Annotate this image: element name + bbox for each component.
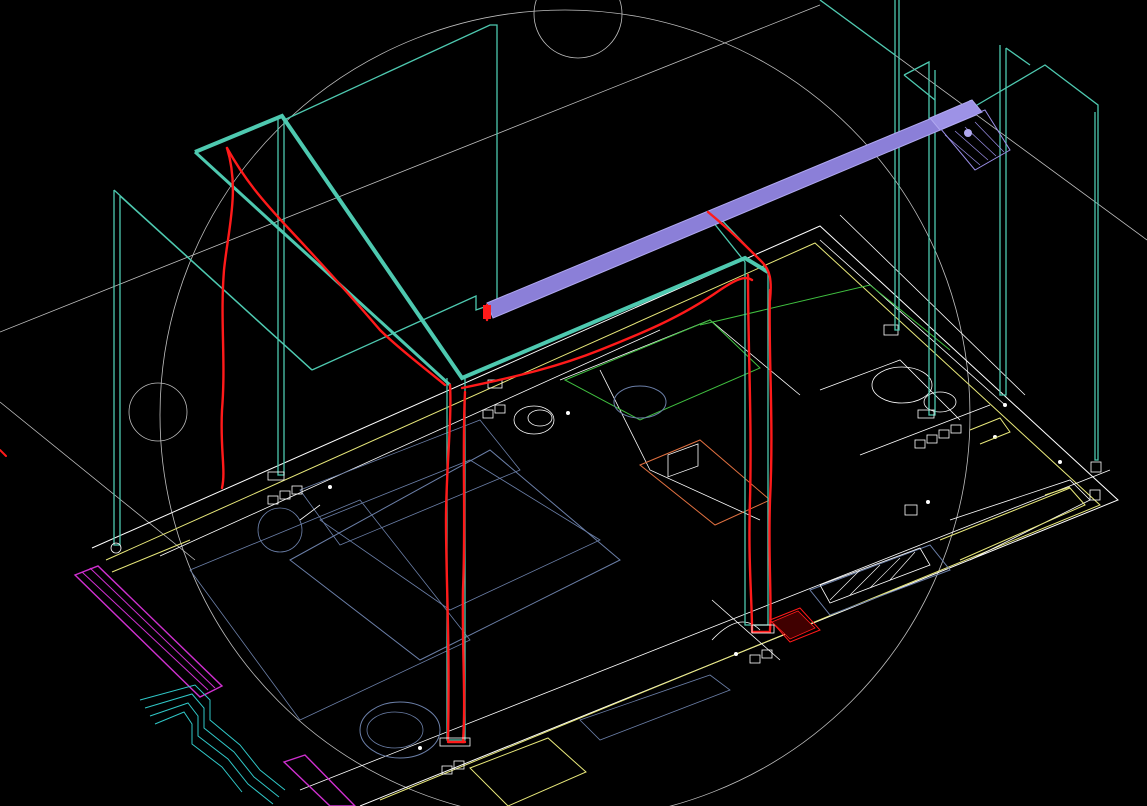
orbit-circle (159, 9, 971, 806)
inner-wall (105, 242, 1101, 801)
duct-network (113, 0, 1099, 546)
markup-upper-run (460, 276, 754, 390)
markup-drop-right (746, 273, 754, 632)
floor-plan (73, 214, 1119, 806)
duct-frame (193, 113, 770, 387)
duct-riser-right-c (999, 45, 1007, 396)
bath-zone (563, 319, 761, 421)
bed (289, 449, 621, 661)
orbit-left-handle (128, 382, 188, 442)
cad-canvas[interactable] (0, 0, 1147, 806)
pipe-body (486, 102, 977, 319)
guide-lines (0, 0, 1147, 806)
pipe-run (483, 99, 1011, 319)
duct-riser-left (113, 190, 121, 546)
duct-riser-right-a (894, 0, 900, 331)
duct-riser-right-b (903, 60, 936, 416)
cyan-steps (139, 684, 286, 791)
duct-sheet-main (277, 118, 285, 476)
riser-bases (110, 409, 935, 747)
outer-wall (91, 225, 1119, 806)
orbit-top-handle (533, 0, 623, 59)
markup-drop-center-b (461, 390, 467, 744)
cad-viewport[interactable] (0, 0, 1147, 806)
markup-left-drop (220, 146, 235, 490)
